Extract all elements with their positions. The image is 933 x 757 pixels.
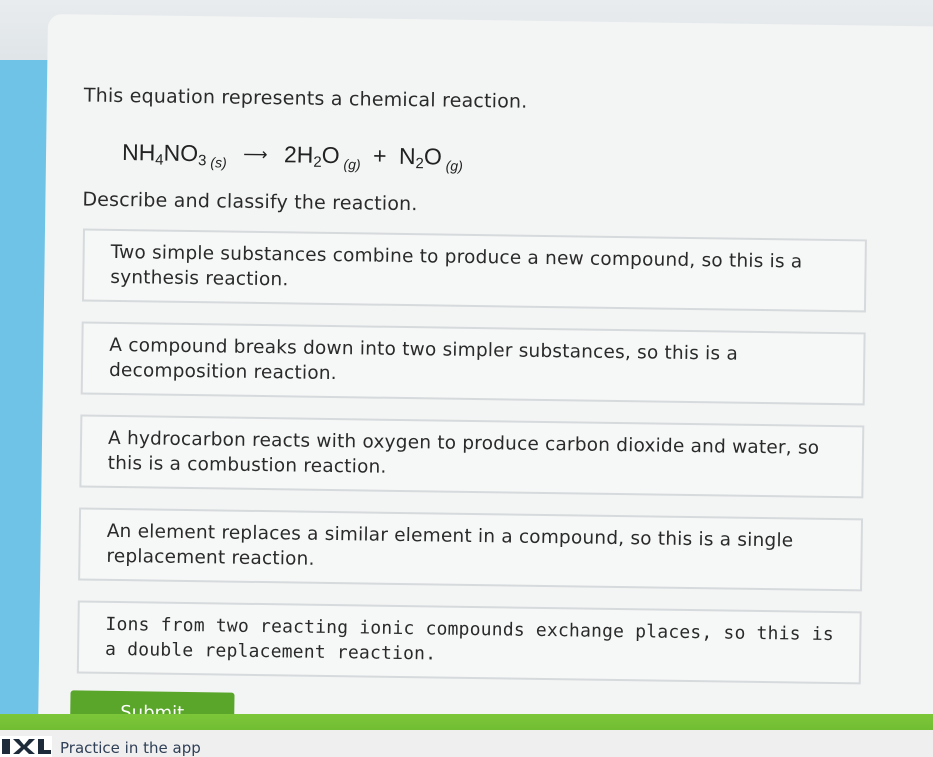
reaction-arrow-icon: ⟶: [243, 144, 268, 165]
product-water: 2H2O (g): [283, 141, 361, 173]
practice-in-app-link[interactable]: Practice in the app: [60, 739, 201, 757]
answer-option-decomposition[interactable]: A compound breaks down into two simpler …: [80, 321, 866, 406]
chemical-equation: NH4NO3 (s) ⟶ 2H2O (g) + N2O (g): [122, 139, 463, 174]
answer-option-synthesis[interactable]: Two simple substances combine to produce…: [81, 228, 867, 313]
question-card: This equation represents a chemical reac…: [37, 14, 933, 747]
product-nitrous-oxide: N2O (g): [398, 142, 463, 174]
reactant: NH4NO3 (s): [121, 139, 227, 171]
answer-options: Two simple substances combine to produce…: [76, 228, 867, 705]
answer-option-combustion[interactable]: A hydrocarbon reacts with oxygen to prod…: [79, 414, 865, 499]
ixl-logo-icon[interactable]: [0, 736, 52, 757]
answer-option-single-replacement[interactable]: An element replaces a similar element in…: [78, 507, 864, 592]
question-prompt: This equation represents a chemical reac…: [83, 84, 528, 113]
plus-sign: +: [372, 142, 387, 169]
question-instruction: Describe and classify the reaction.: [82, 188, 418, 216]
answer-option-double-replacement[interactable]: Ions from two reacting ionic compounds e…: [76, 600, 862, 685]
